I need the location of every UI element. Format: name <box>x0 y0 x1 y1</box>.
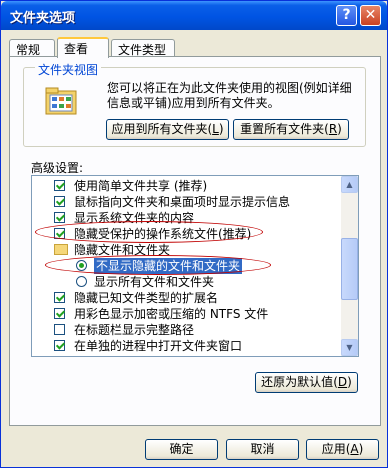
folder-options-window: 文件夹选项 ? ✕ 常规 查看 文件类型 文件夹视图 您可以将正在为此文件夹使用… <box>0 0 388 468</box>
tab-view[interactable]: 查看 <box>57 37 109 58</box>
reset-all-folders-key: R <box>328 122 338 136</box>
checkbox-show-tips[interactable] <box>54 196 65 207</box>
apply-label: 应用 <box>321 442 346 456</box>
checkbox-color-ntfs[interactable] <box>54 308 65 319</box>
annotation-oval-hidden-files <box>45 255 271 275</box>
folder-views-label: 文件夹视图 <box>35 61 102 78</box>
apply-to-all-folders-key: L <box>212 122 219 136</box>
checkbox-hide-extensions[interactable] <box>54 292 65 303</box>
checkbox-full-path-title[interactable] <box>54 324 65 335</box>
folder-view-icon <box>45 87 77 115</box>
item-label: 鼠标指向文件夹和桌面项时显示提示信息 <box>74 195 291 209</box>
ok-button[interactable]: 确定 <box>145 439 218 460</box>
item-label: 用彩色显示加密或压缩的 NTFS 文件 <box>74 307 269 321</box>
close-button[interactable]: ✕ <box>360 5 381 26</box>
restore-defaults-label: 还原为默认值 <box>261 375 334 389</box>
reset-all-folders-label: 重置所有文件夹 <box>240 122 325 136</box>
apply-to-all-folders-button[interactable]: 应用到所有文件夹(L) <box>106 119 229 140</box>
title-bar[interactable]: 文件夹选项 ? ✕ <box>1 1 387 30</box>
item-label: 在单独的进程中打开文件夹窗口 <box>74 339 243 353</box>
item-label: 使用简单文件共享 (推荐) <box>74 179 208 193</box>
folder-views-description: 您可以将正在为此文件夹使用的视图(例如详细信息或平铺)应用到所有文件夹。 <box>107 81 352 110</box>
item-label: 隐藏已知文件类型的扩展名 <box>74 291 219 305</box>
scroll-thumb[interactable] <box>341 238 358 300</box>
vertical-scrollbar[interactable]: ▲ ▼ <box>341 176 358 356</box>
checkbox-simple-sharing[interactable] <box>54 180 65 191</box>
apply-key: A <box>350 442 359 456</box>
restore-defaults-button[interactable]: 还原为默认值(D) <box>255 372 358 393</box>
checkbox-show-system-folders[interactable] <box>54 212 65 223</box>
tab-general[interactable]: 常规 <box>9 39 55 57</box>
apply-to-all-folders-label: 应用到所有文件夹 <box>111 122 208 136</box>
item-label: 在标题栏显示完整路径 <box>74 323 195 337</box>
item-label: 显示所有文件和文件夹 <box>94 275 215 289</box>
reset-all-folders-button[interactable]: 重置所有文件夹(R) <box>233 119 349 140</box>
cancel-button[interactable]: 取消 <box>226 439 299 460</box>
radio-show-all-files[interactable] <box>76 276 87 287</box>
window-title: 文件夹选项 <box>10 11 76 26</box>
annotation-oval-protected-files <box>35 221 263 243</box>
scroll-down-arrow-icon[interactable]: ▼ <box>341 339 358 356</box>
restore-defaults-key: D <box>337 375 348 389</box>
scroll-up-arrow-icon[interactable]: ▲ <box>341 176 358 193</box>
advanced-settings-label: 高级设置: <box>31 161 84 175</box>
apply-button[interactable]: 应用(A) <box>306 439 379 460</box>
help-button[interactable]: ? <box>336 5 357 26</box>
checkbox-separate-process[interactable] <box>54 340 65 351</box>
folder-icon <box>54 244 68 255</box>
tab-file-types[interactable]: 文件类型 <box>111 39 175 57</box>
